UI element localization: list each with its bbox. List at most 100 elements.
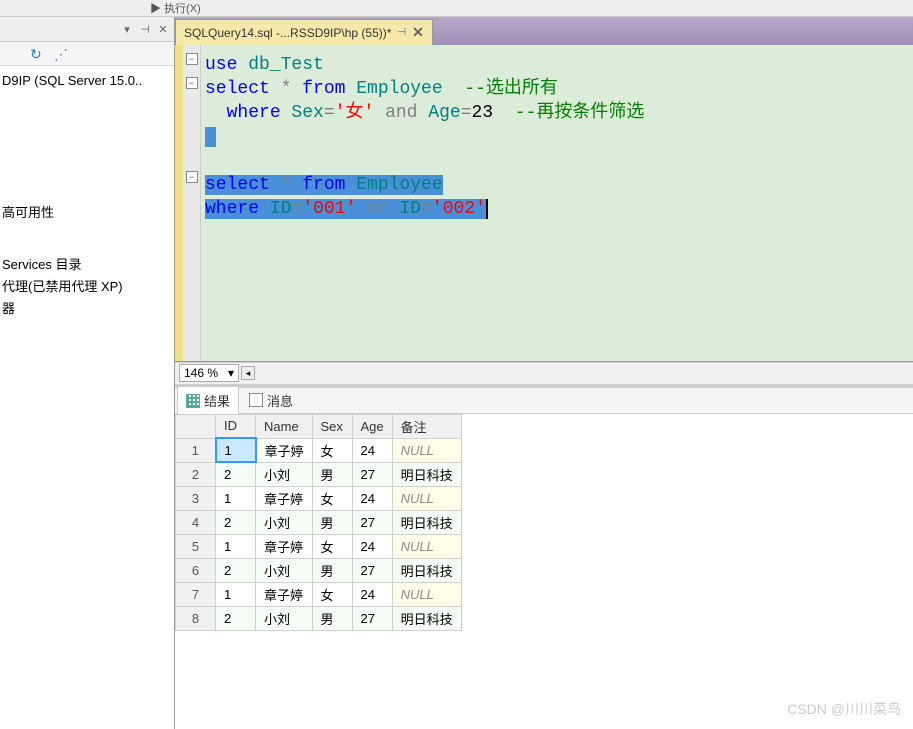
zoom-bar: 146 %▾ ◂ bbox=[175, 362, 913, 384]
pin-icon[interactable]: ⊣ bbox=[138, 22, 152, 36]
row-number: 8 bbox=[176, 606, 216, 630]
table-row[interactable]: 42小刘男27明日科技 bbox=[176, 510, 462, 534]
table-row[interactable]: 22小刘男27明日科技 bbox=[176, 462, 462, 486]
tree-ha-node[interactable]: 高可用性 bbox=[2, 202, 172, 224]
row-number: 5 bbox=[176, 534, 216, 558]
cell-remark[interactable]: 明日科技 bbox=[392, 510, 461, 534]
cell-age[interactable]: 24 bbox=[352, 534, 392, 558]
tree-agent-node[interactable]: 代理(已禁用代理 XP) bbox=[2, 276, 172, 298]
cell-remark[interactable]: 明日科技 bbox=[392, 462, 461, 486]
row-number: 6 bbox=[176, 558, 216, 582]
close-icon[interactable]: ✕ bbox=[156, 22, 170, 36]
cell-age[interactable]: 24 bbox=[352, 582, 392, 606]
cell-name[interactable]: 小刘 bbox=[256, 606, 313, 630]
cell-sex[interactable]: 男 bbox=[312, 606, 352, 630]
tree-server-node[interactable]: D9IP (SQL Server 15.0.. bbox=[2, 70, 172, 92]
cell-id[interactable]: 1 bbox=[216, 534, 256, 558]
document-tab[interactable]: SQLQuery14.sql -...RSSD9IP\hp (55))* ⊣ ✕ bbox=[175, 19, 433, 45]
grid-icon bbox=[186, 394, 200, 408]
cell-name[interactable]: 小刘 bbox=[256, 510, 313, 534]
fold-gutter: − − − bbox=[183, 45, 201, 361]
cell-id[interactable]: 2 bbox=[216, 462, 256, 486]
zoom-dropdown[interactable]: 146 %▾ bbox=[179, 364, 239, 382]
row-number: 2 bbox=[176, 462, 216, 486]
tab-messages[interactable]: 消息 bbox=[241, 387, 301, 414]
cell-id[interactable]: 2 bbox=[216, 558, 256, 582]
cell-remark[interactable]: 明日科技 bbox=[392, 606, 461, 630]
table-row[interactable]: 71章子婷女24NULL bbox=[176, 582, 462, 606]
grid-header[interactable]: 备注 bbox=[392, 414, 461, 438]
row-number: 1 bbox=[176, 438, 216, 462]
tab-title: SQLQuery14.sql -...RSSD9IP\hp (55))* bbox=[184, 26, 391, 40]
fold-toggle-icon[interactable]: − bbox=[186, 77, 198, 89]
table-row[interactable]: 62小刘男27明日科技 bbox=[176, 558, 462, 582]
tree-other-node[interactable]: 器 bbox=[2, 298, 172, 320]
results-tab-bar: 结果 消息 bbox=[175, 388, 913, 414]
sql-editor[interactable]: − − − use db_Test select * from Employee… bbox=[175, 45, 913, 362]
cell-sex[interactable]: 女 bbox=[312, 486, 352, 510]
object-tree[interactable]: D9IP (SQL Server 15.0.. 高可用性 Services 目录… bbox=[0, 66, 174, 324]
panel-toolbar: ↻ ⋰ bbox=[0, 42, 174, 66]
activity-icon[interactable]: ⋰ bbox=[54, 46, 70, 62]
cell-name[interactable]: 小刘 bbox=[256, 558, 313, 582]
code-area[interactable]: use db_Test select * from Employee --选出所… bbox=[201, 45, 648, 361]
grid-header[interactable]: Name bbox=[256, 414, 313, 438]
row-number: 4 bbox=[176, 510, 216, 534]
cell-age[interactable]: 27 bbox=[352, 510, 392, 534]
cell-remark[interactable]: NULL bbox=[392, 582, 461, 606]
cell-sex[interactable]: 男 bbox=[312, 558, 352, 582]
tab-results[interactable]: 结果 bbox=[177, 386, 239, 414]
table-row[interactable]: 51章子婷女24NULL bbox=[176, 534, 462, 558]
cell-remark[interactable]: NULL bbox=[392, 534, 461, 558]
tab-close-icon[interactable]: ✕ bbox=[412, 24, 424, 41]
execute-button[interactable]: ▶ 执行(X) bbox=[150, 0, 201, 16]
cell-age[interactable]: 27 bbox=[352, 606, 392, 630]
cell-age[interactable]: 27 bbox=[352, 462, 392, 486]
table-row[interactable]: 82小刘男27明日科技 bbox=[176, 606, 462, 630]
cell-id[interactable]: 1 bbox=[216, 438, 256, 462]
object-explorer-panel: ▾ ⊣ ✕ ↻ ⋰ D9IP (SQL Server 15.0.. 高可用性 S… bbox=[0, 17, 175, 729]
table-row[interactable]: 11章子婷女24NULL bbox=[176, 438, 462, 462]
top-toolbar: ▶ 执行(X) bbox=[0, 0, 913, 17]
cell-age[interactable]: 24 bbox=[352, 438, 392, 462]
grid-header[interactable]: Sex bbox=[312, 414, 352, 438]
cell-age[interactable]: 24 bbox=[352, 486, 392, 510]
cell-sex[interactable]: 女 bbox=[312, 438, 352, 462]
cell-name[interactable]: 章子婷 bbox=[256, 534, 313, 558]
table-row[interactable]: 31章子婷女24NULL bbox=[176, 486, 462, 510]
cell-id[interactable]: 1 bbox=[216, 582, 256, 606]
cell-sex[interactable]: 女 bbox=[312, 534, 352, 558]
cell-remark[interactable]: NULL bbox=[392, 486, 461, 510]
results-grid[interactable]: ID Name Sex Age 备注 11章子婷女24NULL22小刘男27明日… bbox=[175, 414, 462, 631]
refresh-icon[interactable]: ↻ bbox=[30, 46, 46, 62]
cell-id[interactable]: 2 bbox=[216, 606, 256, 630]
cell-name[interactable]: 章子婷 bbox=[256, 438, 313, 462]
cell-age[interactable]: 27 bbox=[352, 558, 392, 582]
panel-header: ▾ ⊣ ✕ bbox=[0, 17, 174, 42]
fold-toggle-icon[interactable]: − bbox=[186, 53, 198, 65]
cell-sex[interactable]: 女 bbox=[312, 582, 352, 606]
cell-id[interactable]: 2 bbox=[216, 510, 256, 534]
grid-header[interactable] bbox=[176, 414, 216, 438]
cell-id[interactable]: 1 bbox=[216, 486, 256, 510]
cell-name[interactable]: 章子婷 bbox=[256, 582, 313, 606]
tree-services-node[interactable]: Services 目录 bbox=[2, 254, 172, 276]
cell-remark[interactable]: 明日科技 bbox=[392, 558, 461, 582]
results-grid-wrap: ID Name Sex Age 备注 11章子婷女24NULL22小刘男27明日… bbox=[175, 414, 913, 729]
grid-header[interactable]: ID bbox=[216, 414, 256, 438]
fold-toggle-icon[interactable]: − bbox=[186, 171, 198, 183]
cell-name[interactable]: 章子婷 bbox=[256, 486, 313, 510]
cell-remark[interactable]: NULL bbox=[392, 438, 461, 462]
grid-header-row: ID Name Sex Age 备注 bbox=[176, 414, 462, 438]
grid-header[interactable]: Age bbox=[352, 414, 392, 438]
dropdown-icon[interactable]: ▾ bbox=[120, 22, 134, 36]
row-number: 7 bbox=[176, 582, 216, 606]
tab-pin-icon[interactable]: ⊣ bbox=[397, 27, 406, 38]
row-number: 3 bbox=[176, 486, 216, 510]
cell-sex[interactable]: 男 bbox=[312, 462, 352, 486]
document-tab-bar: SQLQuery14.sql -...RSSD9IP\hp (55))* ⊣ ✕ bbox=[175, 17, 913, 45]
cell-sex[interactable]: 男 bbox=[312, 510, 352, 534]
cell-name[interactable]: 小刘 bbox=[256, 462, 313, 486]
scroll-left-icon[interactable]: ◂ bbox=[241, 366, 255, 380]
editor-panel: SQLQuery14.sql -...RSSD9IP\hp (55))* ⊣ ✕… bbox=[175, 17, 913, 729]
